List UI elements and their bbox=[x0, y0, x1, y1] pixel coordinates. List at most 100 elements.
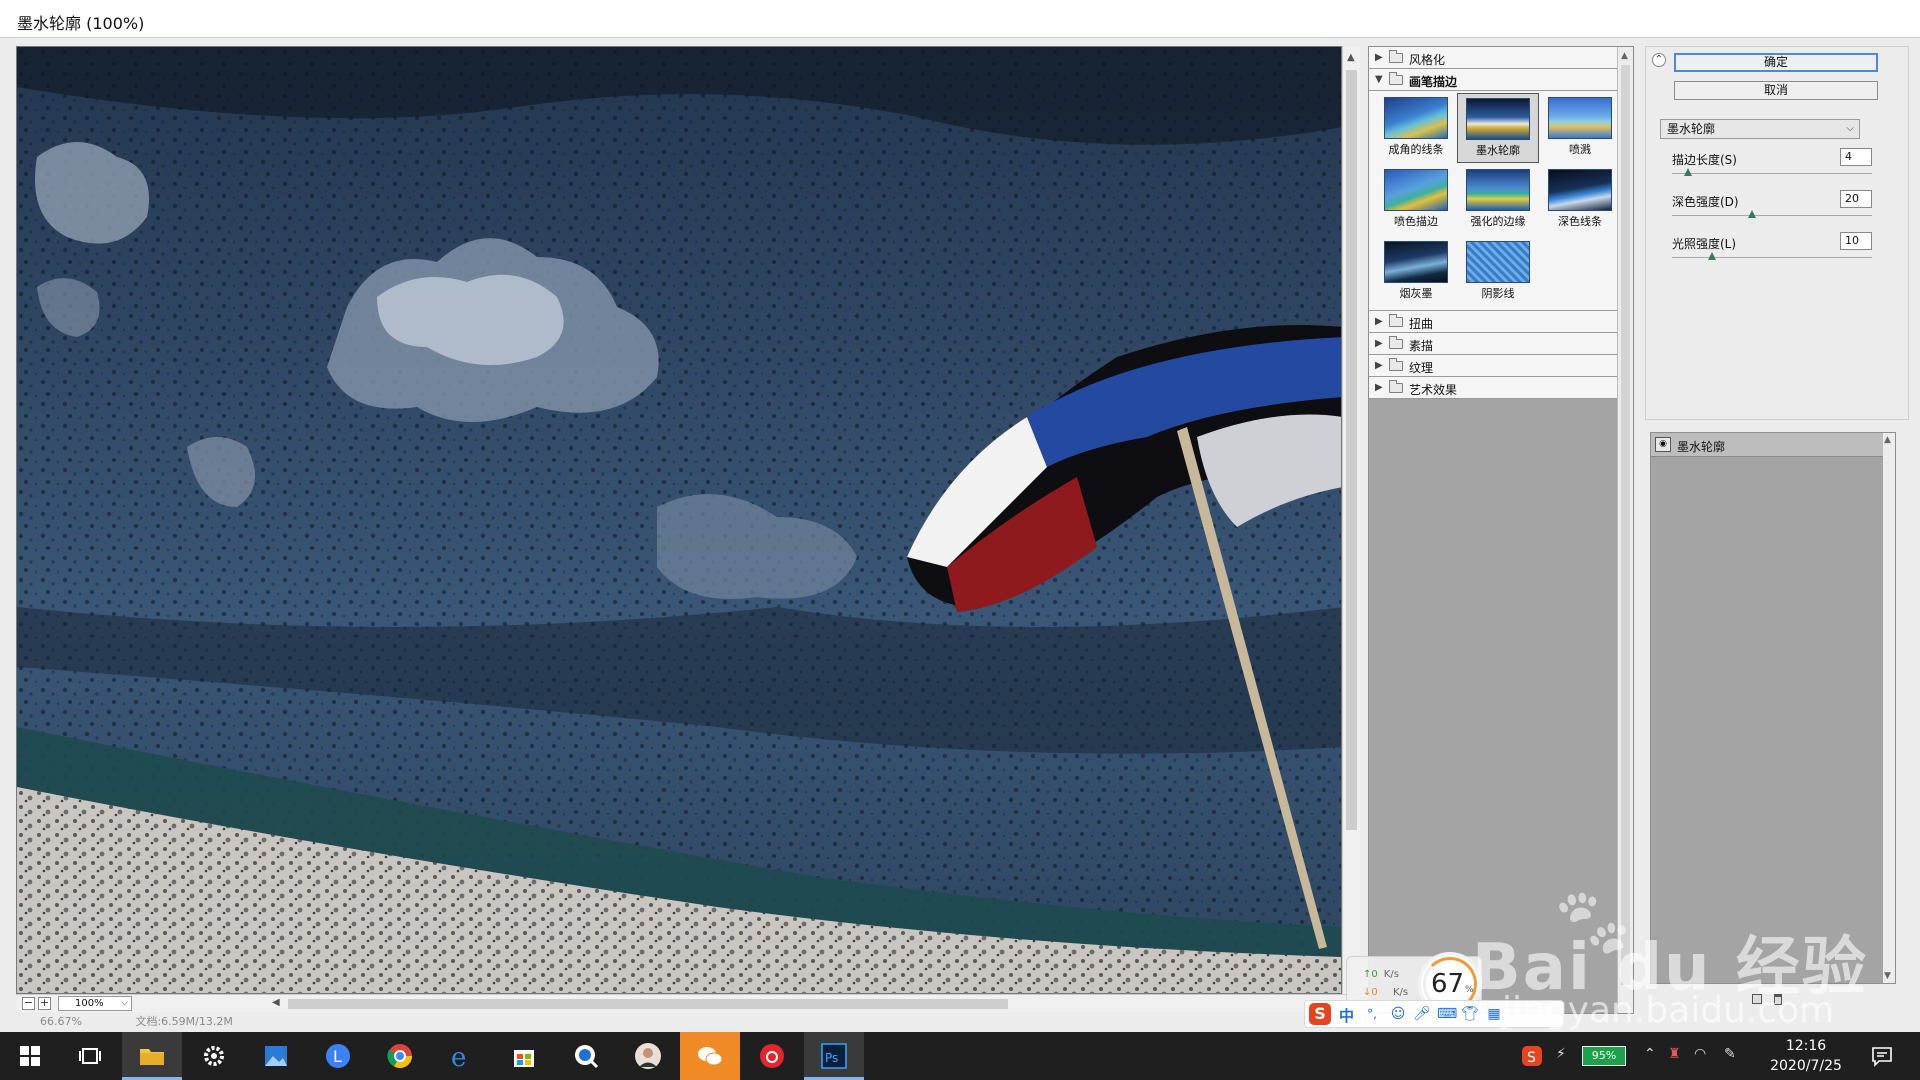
folder-open-icon bbox=[1389, 72, 1403, 85]
collapse-arrow-icon[interactable]: ▼ bbox=[1375, 74, 1383, 85]
param-value-input[interactable]: 4 bbox=[1840, 148, 1872, 166]
preview-vertical-scrollbar[interactable]: ▲ bbox=[1342, 46, 1360, 994]
scroll-up-icon[interactable]: ▲ bbox=[1347, 52, 1355, 63]
taskbar-store[interactable] bbox=[494, 1032, 554, 1080]
horizontal-scroll-thumb[interactable] bbox=[288, 999, 1008, 1009]
battery-indicator[interactable]: 95% bbox=[1582, 1046, 1626, 1066]
chevron-up-icon[interactable]: ⌃ bbox=[1644, 1046, 1656, 1062]
taskbar-netease-music[interactable] bbox=[742, 1032, 802, 1080]
taskbar-wechat[interactable] bbox=[680, 1032, 740, 1080]
ie-icon: e bbox=[451, 1043, 466, 1070]
slider-track[interactable] bbox=[1672, 215, 1872, 216]
ime-mode-toggle[interactable]: 中 bbox=[1339, 1005, 1354, 1026]
eye-icon[interactable]: ◉ bbox=[1655, 437, 1671, 452]
category-brush-strokes[interactable]: ▼ 画笔描边 bbox=[1369, 69, 1617, 91]
expand-arrow-icon[interactable]: ▶ bbox=[1375, 316, 1383, 327]
task-view-button[interactable] bbox=[60, 1032, 120, 1080]
scroll-up-icon[interactable]: ▲ bbox=[1621, 51, 1628, 61]
slider-knob[interactable] bbox=[1708, 252, 1716, 260]
filter-thumb-angled-strokes[interactable]: 成角的线条 bbox=[1375, 93, 1457, 163]
svg-text:S: S bbox=[1527, 1050, 1536, 1066]
category-distort[interactable]: ▶ 扭曲 bbox=[1369, 311, 1617, 333]
thumb-label: 深色线条 bbox=[1558, 215, 1602, 228]
scroll-thumb[interactable] bbox=[1621, 65, 1630, 985]
clothes-icon[interactable]: 👕︎ bbox=[1461, 1005, 1479, 1023]
download-unit: K/s bbox=[1393, 987, 1409, 998]
filter-thumb-spatter[interactable]: 喷溅 bbox=[1539, 93, 1621, 163]
microphone-icon[interactable]: 🎤︎ bbox=[1413, 1005, 1431, 1023]
thumb-image bbox=[1384, 169, 1448, 211]
wifi-icon[interactable]: ◠ bbox=[1694, 1046, 1706, 1062]
thumb-image bbox=[1466, 98, 1530, 140]
filter-thumb-sprayed-strokes[interactable]: 喷色描边 bbox=[1375, 165, 1457, 235]
cancel-button[interactable]: 取消 bbox=[1674, 81, 1878, 100]
taskbar-lens[interactable]: L bbox=[308, 1032, 368, 1080]
gauge-unit: % bbox=[1465, 985, 1474, 995]
upload-unit: K/s bbox=[1383, 969, 1399, 980]
thumb-image bbox=[1384, 241, 1448, 283]
expand-arrow-icon[interactable]: ▶ bbox=[1375, 382, 1383, 393]
security-tray-icon[interactable]: ♜ bbox=[1668, 1046, 1681, 1062]
filter-list-scrollbar[interactable]: ▲ bbox=[1617, 47, 1633, 1013]
new-effect-layer-icon[interactable] bbox=[1752, 994, 1762, 1004]
scroll-thumb[interactable] bbox=[1346, 70, 1357, 830]
filter-type-select[interactable]: 墨水轮廓 ⌵ bbox=[1660, 119, 1860, 139]
zoom-in-button[interactable]: + bbox=[38, 997, 51, 1010]
toolbox-icon[interactable]: ▦ bbox=[1485, 1005, 1503, 1023]
layers-scrollbar[interactable]: ▲ ▼ bbox=[1883, 433, 1895, 983]
filter-thumb-ink-outlines[interactable]: 墨水轮廓 bbox=[1457, 93, 1539, 163]
zoom-out-button[interactable]: − bbox=[22, 997, 35, 1010]
filter-select-value: 墨水轮廓 bbox=[1667, 122, 1716, 136]
taskbar-clock[interactable]: 12:16 2020/7/25 bbox=[1764, 1036, 1848, 1076]
emoji-icon[interactable]: ☺ bbox=[1389, 1005, 1407, 1023]
taskbar-search-app[interactable] bbox=[556, 1032, 616, 1080]
scroll-up-icon[interactable]: ▲ bbox=[1884, 435, 1891, 445]
preview-zoom-bar: − + 100% ⌵ ◀ bbox=[16, 994, 1360, 1012]
filter-thumb-sumi-e[interactable]: 烟灰墨 bbox=[1375, 237, 1457, 307]
slider-knob[interactable] bbox=[1684, 168, 1692, 176]
clock-time: 12:16 bbox=[1785, 1038, 1827, 1054]
download-speed: ↓0 bbox=[1363, 987, 1378, 998]
param-value-input[interactable]: 20 bbox=[1840, 190, 1872, 208]
punctuation-toggle[interactable]: °, bbox=[1363, 1005, 1381, 1023]
filter-thumb-crosshatch[interactable]: 阴影线 bbox=[1457, 237, 1539, 307]
collapse-gallery-icon[interactable]: ⌃ bbox=[1652, 53, 1666, 67]
scroll-left-icon[interactable]: ◀ bbox=[272, 997, 280, 1008]
category-stylize[interactable]: ▶ 风格化 bbox=[1369, 47, 1617, 69]
sogou-logo-icon[interactable]: S bbox=[1309, 1003, 1331, 1025]
filter-thumb-accented-edges[interactable]: 强化的边缘 bbox=[1457, 165, 1539, 235]
taskbar-edge[interactable]: e bbox=[432, 1032, 492, 1080]
param-value-input[interactable]: 10 bbox=[1840, 232, 1872, 250]
taskbar-photos[interactable] bbox=[246, 1032, 306, 1080]
category-sketch[interactable]: ▶ 素描 bbox=[1369, 333, 1617, 355]
pen-icon[interactable]: ✎ bbox=[1724, 1046, 1736, 1062]
keyboard-icon[interactable]: ⌨ bbox=[1437, 1005, 1457, 1023]
wechat-icon bbox=[698, 1047, 723, 1066]
taskbar-photoshop[interactable]: Ps bbox=[804, 1032, 864, 1080]
category-artistic[interactable]: ▶ 艺术效果 bbox=[1369, 377, 1617, 399]
taskbar-file-explorer[interactable] bbox=[122, 1032, 182, 1080]
filter-thumb-dark-strokes[interactable]: 深色线条 bbox=[1539, 165, 1621, 235]
category-texture[interactable]: ▶ 纹理 bbox=[1369, 355, 1617, 377]
expand-arrow-icon[interactable]: ▶ bbox=[1375, 338, 1383, 349]
expand-arrow-icon[interactable]: ▶ bbox=[1375, 52, 1383, 63]
magnifier-app-icon bbox=[575, 1045, 599, 1069]
effect-layer-row[interactable]: ◉ 墨水轮廓 bbox=[1651, 433, 1883, 457]
sogou-tray-icon[interactable]: S bbox=[1520, 1044, 1544, 1068]
scroll-down-icon[interactable]: ▼ bbox=[1884, 971, 1891, 981]
taskbar-avatar-app[interactable] bbox=[618, 1032, 678, 1080]
notification-icon[interactable] bbox=[1870, 1044, 1894, 1068]
taskbar-settings[interactable] bbox=[184, 1032, 244, 1080]
expand-arrow-icon[interactable]: ▶ bbox=[1375, 360, 1383, 371]
start-button[interactable] bbox=[0, 1032, 60, 1080]
ok-button[interactable]: 确定 bbox=[1674, 53, 1878, 72]
windows-logo-icon bbox=[20, 1046, 40, 1066]
slider-track[interactable] bbox=[1672, 257, 1872, 258]
slider-track[interactable] bbox=[1672, 173, 1872, 174]
power-plug-icon[interactable]: ⚡︎ bbox=[1556, 1046, 1566, 1062]
slider-knob[interactable] bbox=[1748, 210, 1756, 218]
taskbar-chrome[interactable] bbox=[370, 1032, 430, 1080]
preview-canvas[interactable] bbox=[16, 46, 1342, 994]
zoom-select[interactable]: 100% ⌵ bbox=[58, 996, 132, 1011]
delete-effect-layer-icon[interactable] bbox=[1774, 994, 1782, 1005]
